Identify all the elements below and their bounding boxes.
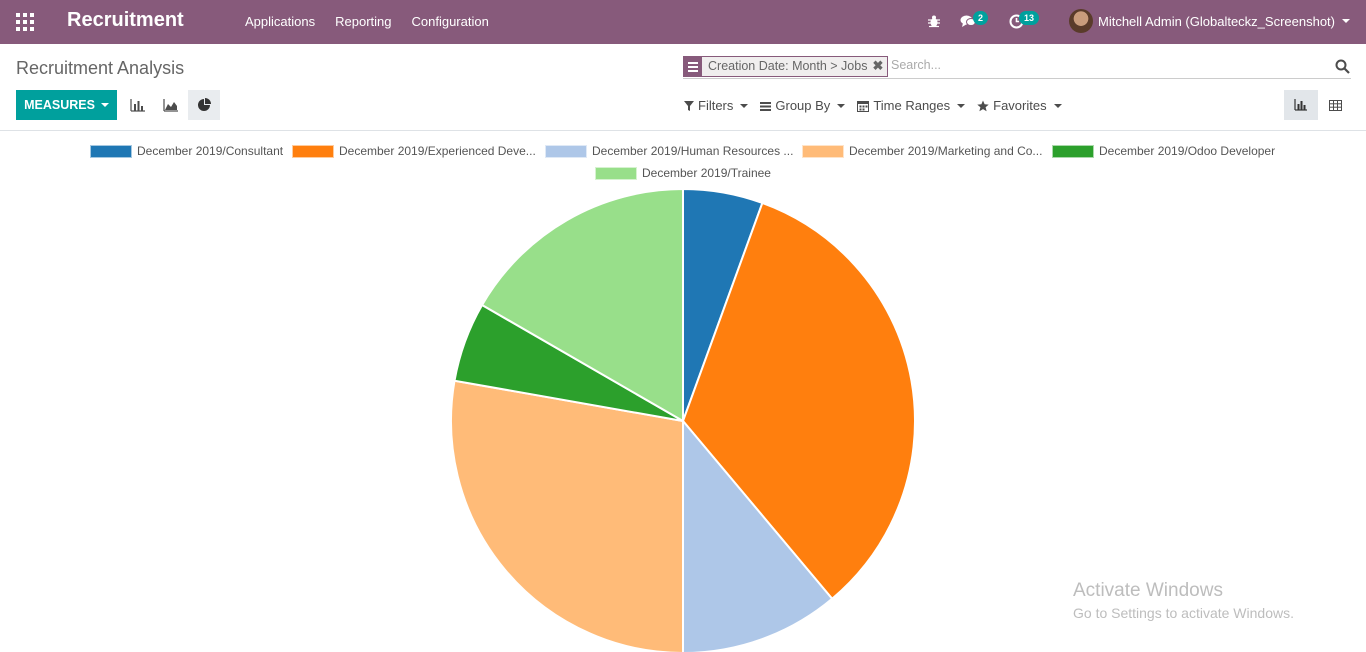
windows-watermark-subtitle: Go to Settings to activate Windows. [1073,605,1294,621]
windows-watermark-title: Activate Windows [1073,580,1223,601]
pie-slice-3[interactable] [450,379,684,652]
pie-chart [450,187,916,652]
